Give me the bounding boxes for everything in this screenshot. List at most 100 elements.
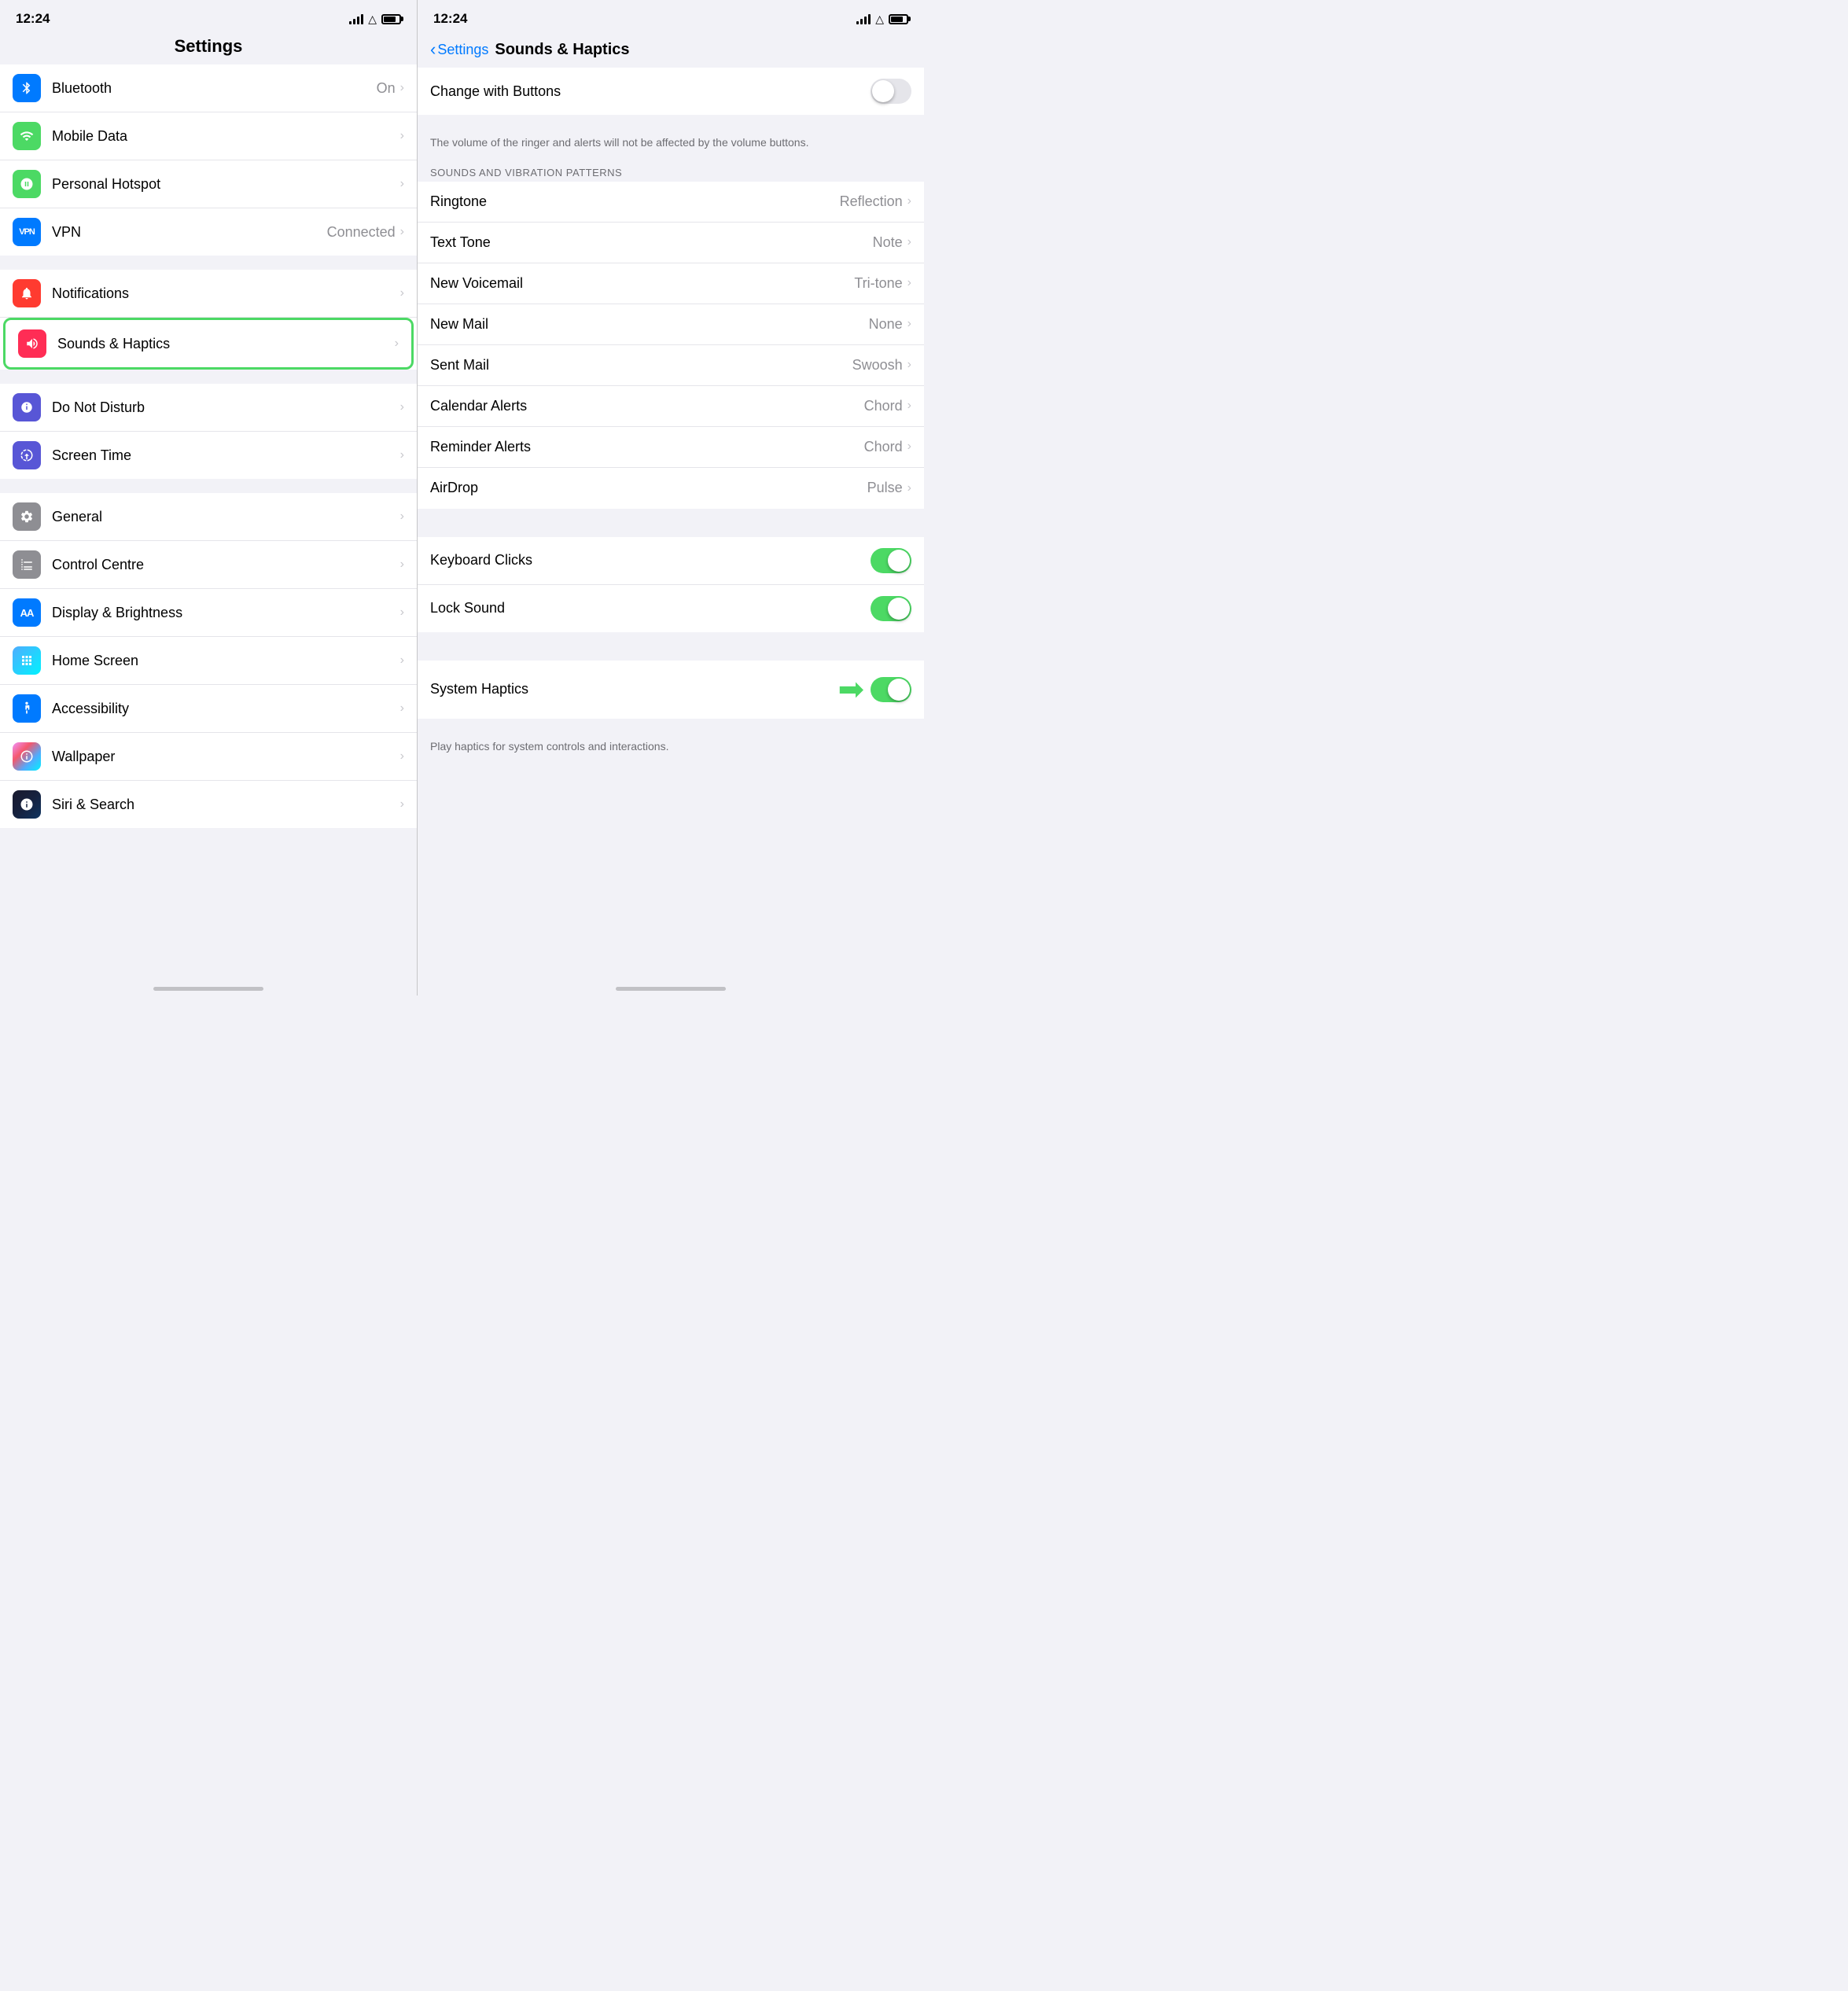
systemhaptics-knob (888, 679, 910, 701)
airdrop-row[interactable]: AirDrop Pulse › (418, 468, 924, 509)
ringtone-chevron: › (907, 194, 911, 208)
screentime-chevron: › (400, 448, 404, 462)
connectivity-group: Bluetooth On › Mobile Data › Personal Ho… (0, 64, 417, 256)
general-row[interactable]: General › (0, 493, 417, 541)
general-label: General (52, 509, 400, 525)
controlcentre-label: Control Centre (52, 557, 400, 573)
sounds-chevron: › (395, 337, 399, 351)
general-icon (13, 502, 41, 531)
back-label: Settings (437, 42, 488, 58)
right-home-indicator (616, 987, 726, 991)
newvoicemail-value: Tri-tone (854, 275, 902, 292)
sounds-section-header: SOUNDS AND VIBRATION PATTERNS (418, 160, 924, 182)
sirisearch-label: Siri & Search (52, 797, 400, 813)
controlcentre-chevron: › (400, 558, 404, 572)
accessibility-row[interactable]: Accessibility › (0, 685, 417, 733)
changewithbuttons-row[interactable]: Change with Buttons (418, 68, 924, 115)
controlcentre-icon (13, 550, 41, 579)
green-arrow-icon: ➡ (837, 672, 864, 708)
bluetooth-row[interactable]: Bluetooth On › (0, 64, 417, 112)
texttone-chevron: › (907, 235, 911, 249)
accessibility-chevron: › (400, 701, 404, 716)
changewithbuttons-toggle[interactable] (871, 79, 911, 104)
left-status-bar: 12:24 △ (0, 0, 417, 33)
notifications-row[interactable]: Notifications › (0, 270, 417, 318)
sentmail-row[interactable]: Sent Mail Swoosh › (418, 345, 924, 386)
keyboardclicks-label: Keyboard Clicks (430, 552, 871, 569)
newvoicemail-chevron: › (907, 276, 911, 290)
keyboardclicks-toggle[interactable] (871, 548, 911, 573)
screentime-icon (13, 441, 41, 469)
system3-group: General › Control Centre › AA Display & … (0, 493, 417, 828)
right-status-icons: △ (856, 13, 908, 26)
calendaralerts-label: Calendar Alerts (430, 398, 864, 414)
screentime-row[interactable]: Screen Time › (0, 432, 417, 479)
donotdisturb-row[interactable]: Do Not Disturb › (0, 384, 417, 432)
back-button[interactable]: ‹ Settings (430, 39, 488, 60)
newvoicemail-row[interactable]: New Voicemail Tri-tone › (418, 263, 924, 304)
sentmail-chevron: › (907, 358, 911, 372)
haptics-section: System Haptics ➡ (418, 661, 924, 719)
homescreen-icon (13, 646, 41, 675)
right-title: Sounds & Haptics (495, 41, 629, 59)
sound-toggles-section: Keyboard Clicks Lock Sound (418, 537, 924, 632)
notifications-icon (13, 279, 41, 307)
texttone-label: Text Tone (430, 234, 873, 251)
ringtone-row[interactable]: Ringtone Reflection › (418, 182, 924, 223)
mobiledata-chevron: › (400, 129, 404, 143)
ringtone-value: Reflection (840, 193, 903, 210)
reminderalerts-chevron: › (907, 440, 911, 454)
newmail-row[interactable]: New Mail None › (418, 304, 924, 345)
wallpaper-row[interactable]: Wallpaper › (0, 733, 417, 781)
screentime-label: Screen Time (52, 447, 400, 464)
hotspot-chevron: › (400, 177, 404, 191)
mobiledata-row[interactable]: Mobile Data › (0, 112, 417, 160)
vpn-row[interactable]: VPN VPN Connected › (0, 208, 417, 256)
locksound-row[interactable]: Lock Sound (418, 585, 924, 632)
right-status-bar: 12:24 △ (418, 0, 924, 33)
reminderalerts-value: Chord (864, 439, 903, 455)
changewithbuttons-label: Change with Buttons (430, 83, 871, 100)
notifications-label: Notifications (52, 285, 400, 302)
hotspot-row[interactable]: Personal Hotspot › (0, 160, 417, 208)
systemhaptics-row[interactable]: System Haptics ➡ (418, 661, 924, 719)
vpn-label: VPN (52, 224, 327, 241)
vpn-chevron: › (400, 225, 404, 239)
sounds-row[interactable]: Sounds & Haptics › (3, 318, 414, 370)
general-chevron: › (400, 510, 404, 524)
reminderalerts-label: Reminder Alerts (430, 439, 864, 455)
mobiledata-icon (13, 122, 41, 150)
locksound-toggle[interactable] (871, 596, 911, 621)
notifications-chevron: › (400, 286, 404, 300)
donotdisturb-icon (13, 393, 41, 421)
calendaralerts-chevron: › (907, 399, 911, 413)
reminderalerts-row[interactable]: Reminder Alerts Chord › (418, 427, 924, 468)
right-panel: 12:24 △ ‹ Settings Sounds & Haptics Cha (417, 0, 924, 996)
right-time: 12:24 (433, 11, 467, 27)
changewithbuttons-description: The volume of the ringer and alerts will… (418, 129, 924, 160)
sounds-patterns-section: Ringtone Reflection › Text Tone Note › N… (418, 182, 924, 509)
left-header: Settings (0, 33, 417, 64)
sirisearch-row[interactable]: Siri & Search › (0, 781, 417, 828)
accessibility-icon (13, 694, 41, 723)
newmail-chevron: › (907, 317, 911, 331)
accessibility-label: Accessibility (52, 701, 400, 717)
airdrop-chevron: › (907, 481, 911, 495)
vpn-value: Connected (327, 224, 396, 241)
calendaralerts-row[interactable]: Calendar Alerts Chord › (418, 386, 924, 427)
texttone-row[interactable]: Text Tone Note › (418, 223, 924, 263)
homescreen-row[interactable]: Home Screen › (0, 637, 417, 685)
sounds-label: Sounds & Haptics (57, 336, 395, 352)
left-time: 12:24 (16, 11, 50, 27)
left-title: Settings (175, 36, 243, 56)
bluetooth-icon (13, 74, 41, 102)
keyboardclicks-row[interactable]: Keyboard Clicks (418, 537, 924, 585)
controlcentre-row[interactable]: Control Centre › (0, 541, 417, 589)
left-status-icons: △ (349, 13, 401, 26)
newvoicemail-label: New Voicemail (430, 275, 854, 292)
systemhaptics-toggle[interactable] (871, 677, 911, 702)
displaybrightness-row[interactable]: AA Display & Brightness › (0, 589, 417, 637)
bluetooth-label: Bluetooth (52, 80, 377, 97)
battery-icon (381, 14, 401, 24)
sounds-icon (18, 329, 46, 358)
